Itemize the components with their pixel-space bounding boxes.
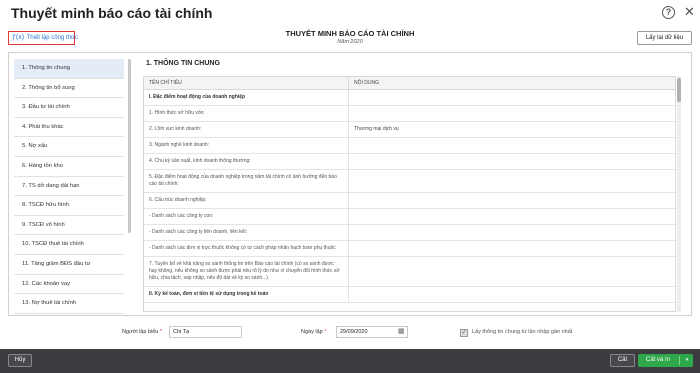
sidebar-item-finance-lease-assets[interactable]: 10. TSCĐ thuê tài chính	[14, 235, 124, 255]
chevron-down-icon[interactable]: ▾	[682, 354, 692, 367]
formula-icon: ƒ(x)	[12, 34, 25, 41]
row-name: 1. Hình thức sở hữu vốn:	[144, 106, 349, 121]
table-row: II. Kỳ kế toán, đơn vị tiền tệ sử dụng t…	[144, 287, 675, 303]
table-row: 3. Ngành nghề kinh doanh:	[144, 138, 675, 154]
sidebar-item-long-term-wip[interactable]: 7. TS dở dang dài hạn	[14, 177, 124, 197]
table-row: - Danh sách các đơn vị trực thuộc không …	[144, 241, 675, 257]
sidebar-scrollbar[interactable]	[128, 59, 131, 233]
row-name: 4. Chu kỳ sản xuất, kinh doanh thông thư…	[144, 154, 349, 169]
preparer-label: Người lập biểu *	[122, 329, 163, 335]
save-button[interactable]: Cất	[610, 354, 635, 367]
report-title: THUYẾT MINH BÁO CÁO TÀI CHÍNH	[285, 29, 415, 38]
reload-data-button[interactable]: Lấy lại dữ liệu	[637, 31, 692, 45]
sidebar-item-financial-investment[interactable]: 3. Đầu tư tài chính	[14, 98, 124, 118]
sidebar-item-finance-lease-debt[interactable]: 13. Nợ thuê tài chính	[14, 294, 124, 314]
row-name: 3. Ngành nghề kinh doanh:	[144, 138, 349, 153]
table-row: - Danh sách các công ty con:	[144, 209, 675, 225]
sidebar-item-general-info[interactable]: 1. Thông tin chung	[14, 59, 124, 79]
close-icon[interactable]: ✕	[684, 4, 695, 20]
sidebar-item-inventory[interactable]: 6. Hàng tồn kho	[14, 157, 124, 177]
use-latest-info-checkbox[interactable]: ✓	[460, 329, 468, 337]
setup-formula-label: Thiết lập công thức	[26, 35, 79, 41]
help-icon[interactable]: ?	[662, 6, 675, 19]
table-row: 1. Hình thức sở hữu vốn:	[144, 106, 675, 122]
date-label: Ngày lập *	[301, 329, 327, 335]
sidebar-item-tangible-assets[interactable]: 8. TSCĐ hữu hình	[14, 196, 124, 216]
table-row: 2. Lĩnh vực kinh doanh: Thương mại dịch …	[144, 122, 675, 138]
row-name: 2. Lĩnh vực kinh doanh:	[144, 122, 349, 137]
row-value[interactable]	[349, 225, 675, 240]
sidebar-item-investment-property[interactable]: 11. Tăng giảm BĐS đầu tư	[14, 255, 124, 275]
sidebar-item-intangible-assets[interactable]: 9. TSCĐ vô hình	[14, 216, 124, 236]
button-divider	[679, 356, 680, 365]
row-value[interactable]	[349, 287, 675, 302]
row-name: - Danh sách các công ty con:	[144, 209, 349, 224]
window-title: Thuyết minh báo cáo tài chính	[11, 5, 213, 21]
row-name: 5. Đặc điểm hoạt động của doanh nghiệp t…	[144, 170, 349, 192]
row-value[interactable]: Thương mại dịch vụ	[349, 122, 675, 137]
table-row: 6. Cấu trúc doanh nghiệp:	[144, 193, 675, 209]
row-name: II. Kỳ kế toán, đơn vị tiền tệ sử dụng t…	[144, 287, 349, 302]
setup-formula-link[interactable]: ƒ(x) Thiết lập công thức	[8, 31, 79, 45]
row-value[interactable]	[349, 257, 675, 286]
save-and-print-button[interactable]: Cất và In ▾	[638, 354, 693, 367]
row-value[interactable]	[349, 193, 675, 208]
sidebar-item-additional-info[interactable]: 2. Thông tin bổ sung	[14, 79, 124, 99]
table-scrollbar-thumb[interactable]	[677, 78, 681, 102]
row-name: I. Đặc điểm hoạt động của doanh nghiệp	[144, 90, 349, 105]
use-latest-info-label: Lấy thông tin chung từ lần nhập gần nhất	[472, 329, 573, 335]
section-title: 1. THÔNG TIN CHUNG	[146, 60, 220, 67]
row-name: - Danh sách các công ty liên doanh, liên…	[144, 225, 349, 240]
calendar-icon[interactable]: ▦	[398, 327, 405, 335]
footer-bar	[0, 349, 700, 373]
row-name: - Danh sách các đơn vị trực thuộc không …	[144, 241, 349, 256]
row-value[interactable]	[349, 154, 675, 169]
cancel-button[interactable]: Hủy	[8, 354, 32, 367]
column-header-content: NỘI DUNG	[354, 80, 379, 86]
row-name: 6. Cấu trúc doanh nghiệp:	[144, 193, 349, 208]
preparer-input[interactable]: Chi Tạ	[169, 326, 242, 338]
save-and-print-label: Cất và In	[645, 357, 670, 363]
table-scrollbar-track[interactable]	[677, 76, 681, 312]
sidebar: 1. Thông tin chung 2. Thông tin bổ sung …	[14, 59, 124, 314]
table-row: I. Đặc điểm hoạt động của doanh nghiệp	[144, 90, 675, 106]
sidebar-item-bad-debt[interactable]: 5. Nợ xấu	[14, 137, 124, 157]
sidebar-item-loans[interactable]: 12. Các khoản vay	[14, 275, 124, 295]
row-value[interactable]	[349, 90, 675, 105]
row-value[interactable]	[349, 138, 675, 153]
table-row: 7. Tuyên bố về khả năng so sánh thông ti…	[144, 257, 675, 287]
table-row: - Danh sách các công ty liên doanh, liên…	[144, 225, 675, 241]
table-header: TÊN CHỈ TIÊU NỘI DUNG	[144, 77, 675, 90]
row-value[interactable]	[349, 170, 675, 192]
row-name: 7. Tuyên bố về khả năng so sánh thông ti…	[144, 257, 349, 286]
table-row: 4. Chu kỳ sản xuất, kinh doanh thông thư…	[144, 154, 675, 170]
row-value[interactable]	[349, 241, 675, 256]
table-row: 5. Đặc điểm hoạt động của doanh nghiệp t…	[144, 170, 675, 193]
report-year: Năm 2020	[337, 39, 363, 45]
title-bar: Thuyết minh báo cáo tài chính ? ✕	[0, 0, 700, 28]
row-value[interactable]	[349, 209, 675, 224]
column-header-name: TÊN CHỈ TIÊU	[144, 77, 349, 89]
row-value[interactable]	[349, 106, 675, 121]
sidebar-item-other-receivables[interactable]: 4. Phải thu khác	[14, 118, 124, 138]
info-table: TÊN CHỈ TIÊU NỘI DUNG I. Đặc điểm hoạt đ…	[143, 76, 676, 312]
